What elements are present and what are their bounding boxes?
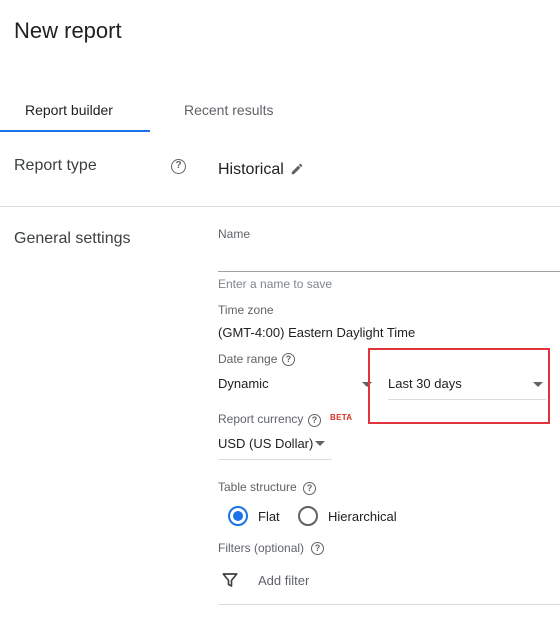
tab-report-builder[interactable]: Report builder (25, 102, 113, 118)
name-input-underline (218, 271, 560, 272)
help-icon[interactable]: ? (308, 414, 321, 427)
radio-flat-label[interactable]: Flat (258, 509, 280, 524)
name-input[interactable] (218, 245, 560, 271)
help-icon[interactable]: ? (303, 482, 316, 495)
filter-icon[interactable] (221, 571, 239, 594)
currency-select-underline (218, 459, 332, 460)
add-filter-button[interactable]: Add filter (258, 573, 309, 588)
name-hint: Enter a name to save (218, 277, 333, 291)
highlight-box (368, 348, 550, 424)
beta-badge: BETA (330, 413, 353, 422)
help-icon[interactable]: ? (311, 542, 324, 555)
help-icon[interactable]: ? (171, 159, 186, 174)
time-zone-value: (GMT-4:00) Eastern Daylight Time (218, 325, 416, 340)
page-title: New report (14, 18, 122, 43)
general-settings-label: General settings (14, 230, 131, 247)
edit-pencil-icon[interactable] (290, 162, 304, 181)
filters-label: Filters (optional) (218, 541, 305, 555)
edit-pencil-icon-svg (291, 163, 303, 175)
radio-flat[interactable] (228, 506, 248, 526)
filter-icon-svg (222, 573, 238, 587)
time-zone-label: Time zone (218, 303, 274, 317)
tab-recent-results[interactable]: Recent results (184, 102, 273, 118)
currency-select[interactable]: USD (US Dollar) (218, 436, 313, 451)
date-range-type-select[interactable]: Dynamic (218, 376, 269, 391)
filters-underline (218, 604, 560, 605)
report-type-value: Historical (218, 161, 284, 178)
table-structure-label: Table structure (218, 480, 297, 494)
section-divider (0, 206, 560, 207)
name-label: Name (218, 227, 251, 241)
help-icon[interactable]: ? (282, 353, 295, 366)
dropdown-caret-icon[interactable] (315, 441, 325, 446)
report-currency-label: Report currency (218, 412, 304, 426)
date-range-label: Date range (218, 352, 278, 366)
radio-hierarchical[interactable] (298, 506, 318, 526)
report-type-label: Report type (14, 157, 97, 174)
active-tab-indicator (0, 130, 150, 132)
radio-hierarchical-label[interactable]: Hierarchical (328, 509, 397, 524)
